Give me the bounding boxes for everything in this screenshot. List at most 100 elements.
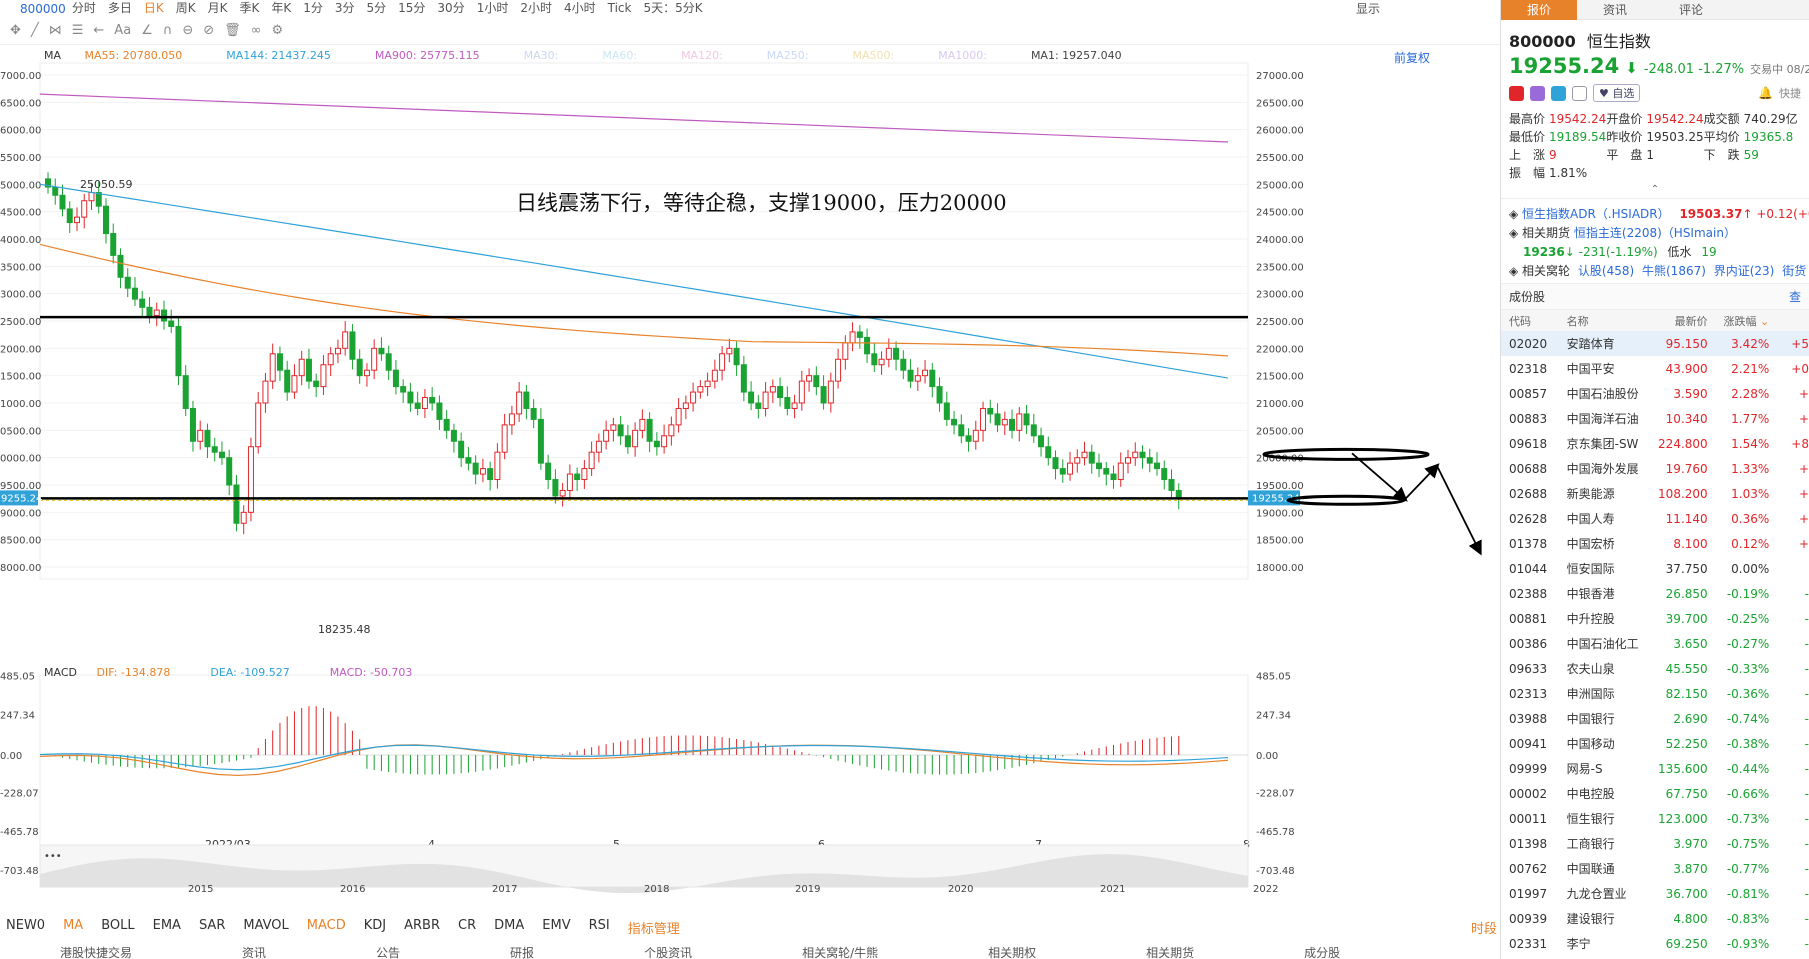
table-row[interactable]: 01398 工商银行 3.970 -0.75% - [1501, 831, 1809, 856]
table-row[interactable]: 09999 网易-S 135.600 -0.44% - [1501, 756, 1809, 781]
indicator-tab[interactable]: EMV [542, 918, 570, 936]
table-row[interactable]: 02388 中银香港 26.850 -0.19% - [1501, 581, 1809, 606]
timeframe-tab[interactable]: 年K [265, 0, 297, 17]
line-tool-icon[interactable]: ╱ [31, 23, 39, 38]
fib-tool-icon[interactable]: ☰ [72, 23, 84, 38]
adr-link[interactable]: 恒生指数ADR（.HSIADR） [1522, 207, 1670, 221]
timeframe-tab[interactable]: 季K [233, 0, 265, 17]
indicator-tab[interactable]: ARBR [404, 918, 440, 936]
indicator-tab[interactable]: DMA [494, 918, 524, 936]
footer-tab[interactable]: 成分股 [1304, 944, 1340, 959]
timeframe-tab[interactable]: 4小时 [558, 0, 602, 17]
table-row[interactable]: 09633 农夫山泉 45.550 -0.33% - [1501, 656, 1809, 681]
chart-annotation[interactable]: 日线震荡下行，等待企稳，支撑19000，压力20000 [516, 191, 1007, 215]
table-row[interactable]: 00939 建设银行 4.800 -0.83% - [1501, 906, 1809, 931]
macd-legend-item[interactable]: DEA: -109.527 [210, 666, 289, 679]
table-row[interactable]: 00011 恒生银行 123.000 -0.73% - [1501, 806, 1809, 831]
text-tool[interactable]: Aa [114, 23, 131, 38]
timeframe-tab[interactable]: Tick [602, 0, 638, 17]
footer-tab[interactable]: 相关窝轮/牛熊 [802, 944, 878, 959]
timeframe-tab[interactable]: 1分 [297, 0, 329, 17]
table-row[interactable]: 00386 中国石油化工 3.650 -0.27% - [1501, 631, 1809, 656]
link-icon[interactable]: ∞ [251, 23, 262, 38]
indicator-tab[interactable]: SAR [199, 918, 225, 936]
macd-legend-item[interactable]: MACD: -50.703 [330, 666, 413, 679]
collapse-icon[interactable]: ⌃ [1501, 185, 1809, 195]
indicator-tab[interactable]: NEW0 [6, 918, 45, 936]
col-price[interactable]: 最新价 [1646, 313, 1708, 329]
timeframe-tab[interactable]: 5天：5分K [637, 0, 708, 17]
note-icon[interactable] [1572, 85, 1587, 101]
indicator-tab[interactable]: EMA [153, 918, 181, 936]
time-period-button[interactable]: 时段 [1471, 918, 1497, 937]
timeframe-tab[interactable]: 3分 [329, 0, 361, 17]
indicator-tab[interactable]: MACD [307, 918, 346, 936]
timeframe-tab[interactable]: 分时 [66, 0, 102, 17]
footer-tab[interactable]: 资讯 [242, 944, 266, 959]
table-row[interactable]: 00688 中国海外发展 19.760 1.33% + [1501, 456, 1809, 481]
warrant-more-link[interactable]: 街货 [1782, 264, 1806, 278]
indicator-tab[interactable]: RSI [589, 918, 610, 936]
indicator-tab[interactable]: MAVOL [243, 918, 288, 936]
timeframe-tab[interactable]: 5分 [361, 0, 393, 17]
table-row[interactable]: 01997 九龙仓置业 36.700 -0.81% - [1501, 881, 1809, 906]
lock-icon[interactable]: ⊖ [182, 23, 193, 38]
col-code[interactable]: 代码 [1509, 313, 1567, 329]
footer-tab[interactable]: 公告 [376, 944, 400, 959]
footer-tab[interactable]: 港股快捷交易 [60, 944, 132, 959]
table-row[interactable]: 00002 中电控股 67.750 -0.66% - [1501, 781, 1809, 806]
indicator-tab[interactable]: KDJ [364, 918, 386, 936]
quote-tab[interactable]: 报价 [1501, 0, 1578, 20]
col-name[interactable]: 名称 [1567, 313, 1646, 329]
footer-tab[interactable]: 相关期货 [1146, 944, 1194, 959]
table-row[interactable]: 02628 中国人寿 11.140 0.36% + [1501, 506, 1809, 531]
indicator-tab[interactable]: CR [458, 918, 476, 936]
pattern-tool-icon[interactable]: ⋈ [49, 23, 62, 38]
col-pct[interactable]: 涨跌幅 ⌄ [1708, 313, 1770, 329]
brush-icon[interactable]: ∠ [141, 23, 153, 38]
table-row[interactable]: 00883 中国海洋石油 10.340 1.77% + [1501, 406, 1809, 431]
quick-trade-button[interactable]: 快捷 [1779, 85, 1801, 101]
timeframe-tab[interactable]: 15分 [392, 0, 431, 17]
hide-icon[interactable]: ⊘ [203, 23, 214, 38]
table-row[interactable]: 02020 安踏体育 95.150 3.42% +5 [1501, 331, 1809, 356]
bell-icon[interactable]: 🔔 [1758, 86, 1773, 100]
display-menu[interactable]: 显示 [1356, 0, 1500, 17]
timeframe-tab[interactable]: 多日 [102, 0, 138, 17]
table-row[interactable]: 01378 中国宏桥 8.100 0.12% + [1501, 531, 1809, 556]
share-icon[interactable] [1551, 85, 1566, 101]
warrant-inline-link[interactable]: 界内证(23) [1714, 264, 1775, 278]
table-row[interactable]: 00941 中国移动 52.250 -0.38% - [1501, 731, 1809, 756]
footer-tab[interactable]: 个股资讯 [644, 944, 692, 959]
constituents-more-link[interactable]: 查 [1789, 288, 1801, 305]
footer-tab[interactable]: 相关期权 [988, 944, 1036, 959]
table-row[interactable]: 00857 中国石油股份 3.590 2.28% + [1501, 381, 1809, 406]
table-row[interactable]: 02313 申洲国际 82.150 -0.36% - [1501, 681, 1809, 706]
table-row[interactable]: 02688 新奥能源 108.200 1.03% + [1501, 481, 1809, 506]
timeframe-tab[interactable]: 日K [138, 0, 170, 17]
trash-icon[interactable]: 🗑 [224, 23, 241, 38]
warrant-call-link[interactable]: 认股(458) [1578, 264, 1634, 278]
timeframe-tab[interactable]: 周K [170, 0, 202, 17]
table-row[interactable]: 00762 中国联通 3.870 -0.77% - [1501, 856, 1809, 881]
watchlist-button[interactable]: ♥ 自选 [1593, 84, 1641, 102]
arrow-tool-icon[interactable]: ← [93, 23, 104, 38]
quote-tab[interactable]: 评论 [1653, 1, 1729, 18]
indicator-tab[interactable]: MA [63, 918, 83, 936]
timeframe-tab[interactable]: 月K [202, 0, 234, 17]
table-row[interactable]: 01044 恒安国际 37.750 0.00% [1501, 556, 1809, 581]
table-row[interactable]: 03988 中国银行 2.690 -0.74% - [1501, 706, 1809, 731]
gear-icon[interactable]: ⚙ [272, 23, 284, 38]
footer-tab[interactable]: 研报 [510, 944, 534, 959]
stock-code[interactable]: 800000 [0, 2, 66, 16]
indicator-tab[interactable]: 指标管理 [628, 918, 680, 937]
table-row[interactable]: 02331 李宁 69.250 -0.93% - [1501, 931, 1809, 956]
overview-handle[interactable]: ••• [44, 851, 62, 862]
timeframe-tab[interactable]: 1小时 [471, 0, 515, 17]
timeframe-tab[interactable]: 2小时 [514, 0, 558, 17]
chart-area[interactable]: 27000.00 7000.00 26500.00 6500.00 26000.00 60… [0, 45, 1500, 915]
crosshair-icon[interactable]: ✥ [10, 23, 21, 38]
timeframe-tab[interactable]: 30分 [431, 0, 470, 17]
indicator-tab[interactable]: BOLL [101, 918, 134, 936]
futures-link[interactable]: 恒指主连(2208)（HSImain） [1574, 226, 1736, 240]
